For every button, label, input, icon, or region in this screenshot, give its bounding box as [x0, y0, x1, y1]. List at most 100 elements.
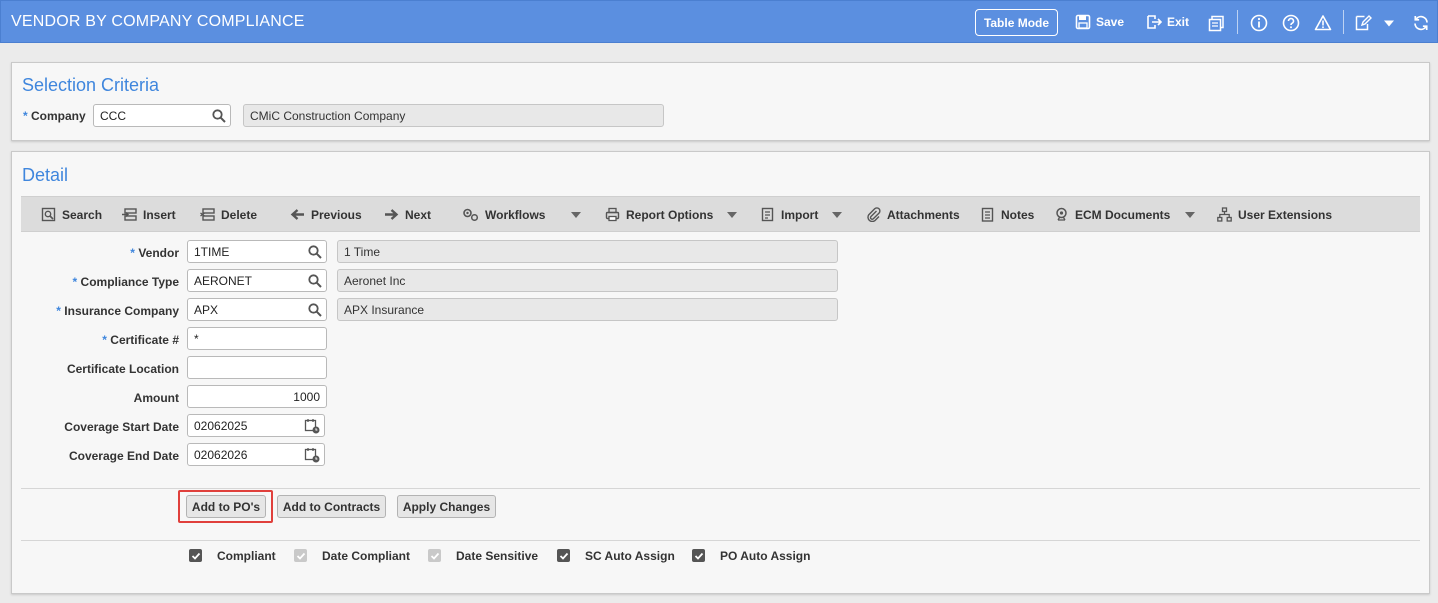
amount-label: Amount	[133, 391, 179, 405]
vendor-field[interactable]: 1TIME	[187, 240, 327, 263]
exit-button[interactable]: Exit	[1146, 14, 1189, 30]
ecm-pin-icon	[1056, 207, 1067, 221]
user-extensions-button[interactable]: User Extensions	[1217, 207, 1332, 222]
report-options-button[interactable]: Report Options	[605, 207, 713, 222]
check-icon	[694, 552, 703, 560]
info-icon[interactable]	[1249, 13, 1269, 33]
search-icon[interactable]	[212, 109, 226, 123]
attachments-button[interactable]: Attachments	[866, 207, 960, 222]
arrow-left-icon	[290, 209, 304, 220]
add-to-pos-button[interactable]: Add to PO's	[186, 495, 266, 518]
calendar-icon[interactable]	[304, 418, 320, 434]
hierarchy-icon	[1217, 207, 1232, 222]
compliant-label: Compliant	[217, 549, 276, 563]
search-icon[interactable]	[308, 274, 322, 288]
vendor-label: * Vendor	[130, 246, 179, 260]
workflows-dropdown-icon[interactable]	[571, 212, 581, 218]
insurance-company-name-display: APX Insurance	[337, 298, 838, 321]
arrow-right-icon	[385, 209, 399, 220]
detail-panel: Detail Search Insert Delete Previous Nex…	[11, 151, 1430, 594]
header-divider	[1343, 10, 1344, 34]
selection-criteria-title: Selection Criteria	[22, 75, 160, 95]
paperclip-icon	[867, 207, 881, 222]
compliant-checkbox[interactable]	[189, 549, 202, 562]
check-icon	[296, 552, 305, 560]
check-icon	[430, 552, 439, 560]
certificate-label: * Certificate #	[102, 333, 179, 347]
company-label: * Company	[23, 109, 86, 123]
save-label: Save	[1096, 15, 1125, 29]
coverage-start-date-field[interactable]: 02062025	[187, 414, 325, 437]
edit-form-icon[interactable]	[1353, 13, 1373, 33]
search-button[interactable]: Search	[41, 207, 102, 222]
check-icon	[191, 552, 200, 560]
company-value: CCC	[100, 109, 126, 123]
report-options-dropdown-icon[interactable]	[727, 212, 737, 218]
selection-criteria-panel: Selection Criteria * Company CCC CMiC Co…	[11, 62, 1430, 141]
insurance-company-field[interactable]: APX	[187, 298, 327, 321]
help-icon[interactable]	[1281, 13, 1301, 33]
company-field[interactable]: CCC	[93, 104, 231, 127]
detail-toolbar: Search Insert Delete Previous Next Workf…	[21, 196, 1420, 232]
table-mode-button[interactable]: Table Mode	[975, 9, 1058, 36]
search-doc-icon	[41, 207, 56, 222]
insurance-company-label: * Insurance Company	[56, 304, 179, 318]
exit-label: Exit	[1167, 15, 1190, 29]
import-button[interactable]: Import	[760, 207, 818, 222]
notes-button[interactable]: Notes	[980, 207, 1034, 222]
compliance-type-field[interactable]: AERONET	[187, 269, 327, 292]
insert-button[interactable]: Insert	[122, 207, 176, 222]
import-icon	[761, 207, 774, 222]
calendar-icon[interactable]	[304, 447, 320, 463]
po-auto-assign-checkbox[interactable]	[692, 549, 705, 562]
certificate-location-label: Certificate Location	[66, 362, 179, 376]
amount-field[interactable]: 1000	[187, 385, 327, 408]
chevron-down-icon[interactable]	[1379, 13, 1399, 33]
coverage-start-date-label: Coverage Start Date	[64, 420, 179, 434]
detail-title: Detail	[22, 165, 69, 185]
previous-button[interactable]: Previous	[290, 207, 362, 222]
date-sensitive-checkbox[interactable]	[428, 549, 441, 562]
app-header: VENDOR BY COMPANY COMPLIANCE Table Mode …	[0, 0, 1438, 43]
ecm-documents-dropdown-icon[interactable]	[1185, 212, 1195, 218]
sc-auto-assign-checkbox[interactable]	[557, 549, 570, 562]
notes-icon	[981, 207, 994, 222]
po-auto-assign-label: PO Auto Assign	[720, 549, 811, 563]
workflows-button[interactable]: Workflows	[462, 207, 545, 222]
delete-row-icon	[200, 208, 215, 221]
insert-row-icon	[122, 208, 137, 221]
delete-button[interactable]: Delete	[200, 207, 257, 222]
save-button[interactable]: Save	[1075, 14, 1124, 30]
exit-icon	[1147, 15, 1162, 29]
check-icon	[559, 552, 568, 560]
vendor-name-display: 1 Time	[337, 240, 838, 263]
import-dropdown-icon[interactable]	[832, 212, 842, 218]
search-icon[interactable]	[308, 303, 322, 317]
date-compliant-checkbox[interactable]	[294, 549, 307, 562]
warning-icon[interactable]	[1313, 13, 1333, 33]
date-sensitive-label: Date Sensitive	[456, 549, 539, 563]
coverage-end-date-field[interactable]: 02062026	[187, 443, 325, 466]
certificate-location-field[interactable]	[187, 356, 327, 379]
ecm-documents-button[interactable]: ECM Documents	[1054, 207, 1170, 222]
date-compliant-label: Date Compliant	[322, 549, 411, 563]
compliance-type-name-display: Aeronet Inc	[337, 269, 838, 292]
apply-changes-button[interactable]: Apply Changes	[397, 495, 496, 518]
printer-icon	[605, 207, 620, 222]
coverage-end-date-label: Coverage End Date	[68, 449, 179, 463]
gears-icon	[463, 208, 479, 222]
divider	[21, 540, 1420, 541]
next-button[interactable]: Next	[384, 207, 431, 222]
add-to-contracts-button[interactable]: Add to Contracts	[277, 495, 386, 518]
refresh-icon[interactable]	[1411, 13, 1431, 33]
page-title: VENDOR BY COMPANY COMPLIANCE	[11, 13, 305, 30]
print-pages-icon[interactable]	[1206, 13, 1226, 33]
compliance-type-label: * Compliance Type	[72, 275, 179, 289]
sc-auto-assign-label: SC Auto Assign	[585, 549, 675, 563]
divider	[21, 488, 1420, 489]
certificate-field[interactable]: *	[187, 327, 327, 350]
table-mode-label: Table Mode	[983, 15, 1050, 30]
header-divider	[1237, 10, 1238, 34]
save-icon	[1075, 14, 1091, 30]
search-icon[interactable]	[308, 245, 322, 259]
